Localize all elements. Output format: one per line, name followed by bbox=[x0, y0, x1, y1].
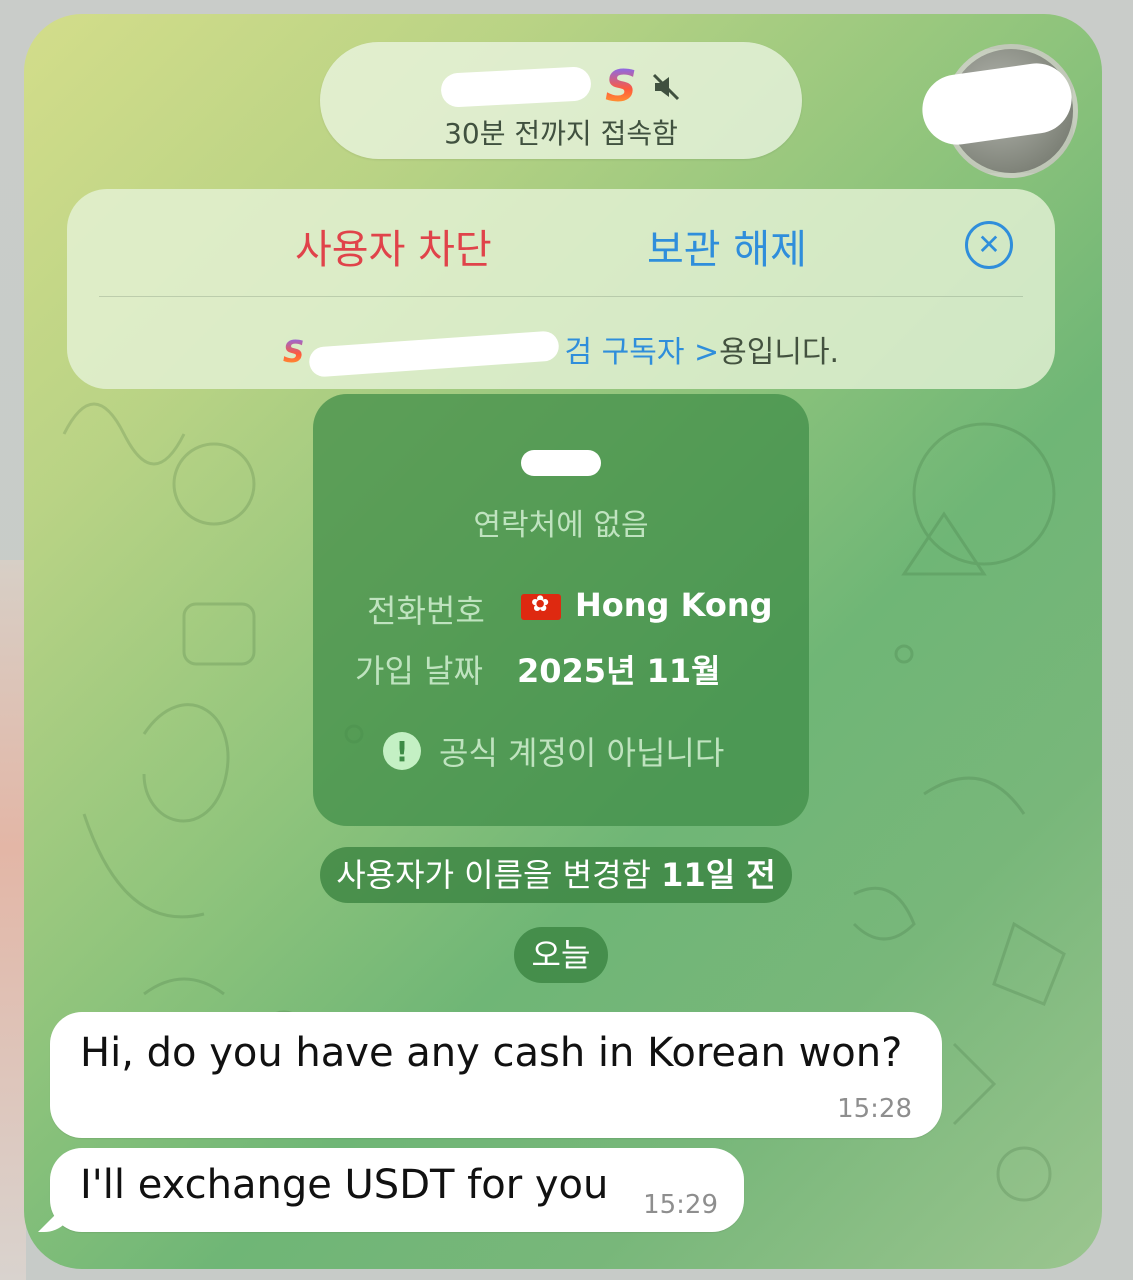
joined-label: 가입 날짜 bbox=[355, 652, 483, 690]
warning-text: 공식 계정이 아닙니다 bbox=[439, 734, 725, 772]
background-edge bbox=[0, 560, 26, 1280]
name-changed-notice: 사용자가 이름을 변경함 11일 전 bbox=[320, 847, 792, 903]
redacted-name bbox=[440, 66, 592, 108]
subscriber-link[interactable]: 검 구독자 > bbox=[565, 335, 720, 370]
date-separator: 오늘 bbox=[514, 927, 608, 983]
joined-value: 2025년 11월 bbox=[517, 652, 721, 690]
chat-screen: S 30분 전까지 접속함 사용자 차단 보관 해제 ✕ S 검 구독자 >용입니… bbox=[24, 14, 1102, 1269]
message-text: Hi, do you have any cash in Korean won? bbox=[80, 1030, 903, 1076]
message-time: 15:28 bbox=[837, 1094, 912, 1124]
s-logo-icon: S bbox=[282, 335, 305, 370]
mute-icon bbox=[652, 73, 679, 101]
message-bubble[interactable]: Hi, do you have any cash in Korean won? … bbox=[50, 1012, 942, 1138]
chat-header-title[interactable]: S 30분 전까지 접속함 bbox=[320, 42, 802, 159]
name-changed-when: 11일 전 bbox=[661, 856, 776, 894]
phone-value: Hong Kong bbox=[575, 586, 773, 624]
divider bbox=[99, 296, 1023, 297]
subscriber-suffix: 용입니다. bbox=[719, 335, 840, 370]
contact-name-row: S bbox=[320, 62, 802, 112]
s-logo-icon: S bbox=[605, 61, 637, 112]
name-changed-text: 사용자가 이름을 변경함 bbox=[336, 856, 651, 894]
last-seen-status: 30분 전까지 접속함 bbox=[444, 117, 678, 150]
official-warning: ! 공식 계정이 아닙니다 bbox=[383, 728, 724, 774]
redacted-name bbox=[521, 450, 601, 476]
unknown-sender-action-bar: 사용자 차단 보관 해제 ✕ S 검 구독자 >용입니다. bbox=[67, 189, 1055, 389]
warning-icon: ! bbox=[383, 732, 421, 770]
joined-row: 가입 날짜 bbox=[355, 646, 483, 692]
not-in-contacts-label: 연락처에 없음 bbox=[473, 508, 649, 543]
phone-value-row: Hong Kong bbox=[521, 586, 773, 624]
redacted-text bbox=[307, 329, 560, 378]
subscriber-info: S 검 구독자 >용입니다. bbox=[67, 327, 1055, 378]
joined-value-row: 2025년 11월 bbox=[517, 646, 721, 692]
phone-row: 전화번호 bbox=[367, 586, 485, 632]
hk-flag-icon bbox=[521, 592, 561, 620]
unarchive-button[interactable]: 보관 해제 bbox=[647, 217, 807, 275]
message-time: 15:29 bbox=[643, 1190, 718, 1220]
message-text: I'll exchange USDT for you bbox=[80, 1162, 609, 1208]
close-circle-icon[interactable]: ✕ bbox=[965, 221, 1013, 269]
message-bubble[interactable]: I'll exchange USDT for you 15:29 bbox=[38, 1148, 744, 1232]
block-user-button[interactable]: 사용자 차단 bbox=[295, 217, 492, 275]
phone-label: 전화번호 bbox=[367, 592, 485, 630]
contact-info-card: 연락처에 없음 전화번호 Hong Kong 가입 날짜 2025년 11월 !… bbox=[313, 394, 809, 826]
